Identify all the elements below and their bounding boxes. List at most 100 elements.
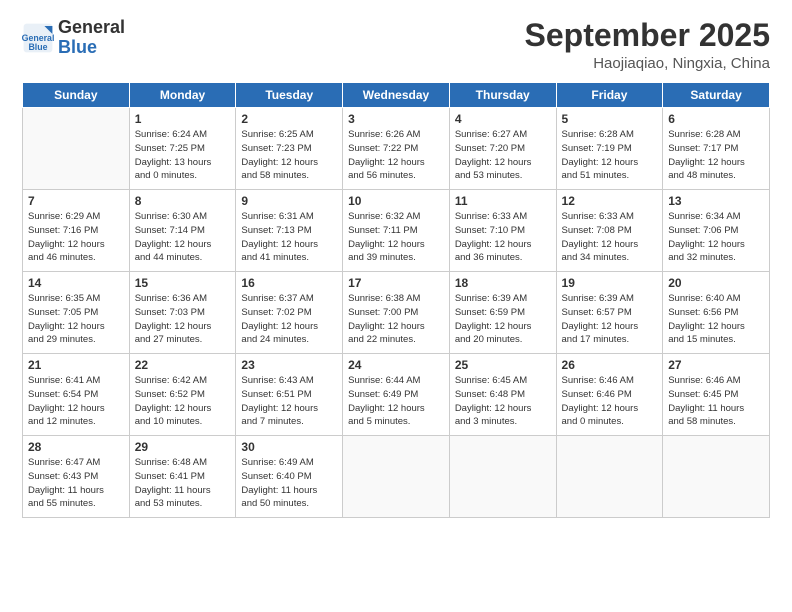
- table-cell: 15 Sunrise: 6:36 AM Sunset: 7:03 PM Dayli…: [129, 272, 236, 354]
- day-info: Sunrise: 6:44 AM Sunset: 6:49 PM Dayligh…: [348, 374, 444, 429]
- day-info: Sunrise: 6:33 AM Sunset: 7:10 PM Dayligh…: [455, 210, 551, 265]
- day-number: 12: [562, 194, 658, 208]
- table-cell: 27 Sunrise: 6:46 AM Sunset: 6:45 PM Dayli…: [663, 354, 770, 436]
- table-cell: [663, 436, 770, 518]
- table-cell: [449, 436, 556, 518]
- page: General Blue General Blue September 2025…: [0, 0, 792, 612]
- day-info: Sunrise: 6:48 AM Sunset: 6:41 PM Dayligh…: [135, 456, 231, 511]
- calendar-week-row: 28 Sunrise: 6:47 AM Sunset: 6:43 PM Dayli…: [23, 436, 770, 518]
- day-number: 18: [455, 276, 551, 290]
- table-cell: [556, 436, 663, 518]
- day-info: Sunrise: 6:39 AM Sunset: 6:59 PM Dayligh…: [455, 292, 551, 347]
- day-info: Sunrise: 6:26 AM Sunset: 7:22 PM Dayligh…: [348, 128, 444, 183]
- day-number: 15: [135, 276, 231, 290]
- table-cell: 9 Sunrise: 6:31 AM Sunset: 7:13 PM Daylig…: [236, 190, 343, 272]
- day-info: Sunrise: 6:29 AM Sunset: 7:16 PM Dayligh…: [28, 210, 124, 265]
- day-info: Sunrise: 6:46 AM Sunset: 6:46 PM Dayligh…: [562, 374, 658, 429]
- col-tuesday: Tuesday: [236, 83, 343, 108]
- col-friday: Friday: [556, 83, 663, 108]
- day-number: 26: [562, 358, 658, 372]
- day-info: Sunrise: 6:46 AM Sunset: 6:45 PM Dayligh…: [668, 374, 764, 429]
- day-info: Sunrise: 6:28 AM Sunset: 7:17 PM Dayligh…: [668, 128, 764, 183]
- table-cell: [23, 108, 130, 190]
- day-number: 20: [668, 276, 764, 290]
- table-cell: 7 Sunrise: 6:29 AM Sunset: 7:16 PM Daylig…: [23, 190, 130, 272]
- day-number: 19: [562, 276, 658, 290]
- location-subtitle: Haojiaqiao, Ningxia, China: [525, 55, 770, 72]
- title-block: September 2025 Haojiaqiao, Ningxia, Chin…: [525, 18, 770, 72]
- col-wednesday: Wednesday: [343, 83, 450, 108]
- day-info: Sunrise: 6:27 AM Sunset: 7:20 PM Dayligh…: [455, 128, 551, 183]
- table-cell: 22Sunrise: 6:42 AM Sunset: 6:52 PM Dayli…: [129, 354, 236, 436]
- day-number: 27: [668, 358, 764, 372]
- day-number: 9: [241, 194, 337, 208]
- calendar-header-row: Sunday Monday Tuesday Wednesday Thursday…: [23, 83, 770, 108]
- table-cell: 21 Sunrise: 6:41 AM Sunset: 6:54 PM Dayli…: [23, 354, 130, 436]
- day-info: Sunrise: 6:45 AM Sunset: 6:48 PM Dayligh…: [455, 374, 551, 429]
- table-cell: 18 Sunrise: 6:39 AM Sunset: 6:59 PM Dayli…: [449, 272, 556, 354]
- calendar-week-row: 21 Sunrise: 6:41 AM Sunset: 6:54 PM Dayli…: [23, 354, 770, 436]
- day-info: Sunrise: 6:37 AM Sunset: 7:02 PM Dayligh…: [241, 292, 337, 347]
- table-cell: 1Sunrise: 6:24 AM Sunset: 7:25 PM Daylig…: [129, 108, 236, 190]
- day-number: 13: [668, 194, 764, 208]
- day-info: Sunrise: 6:31 AM Sunset: 7:13 PM Dayligh…: [241, 210, 337, 265]
- day-number: 7: [28, 194, 124, 208]
- table-cell: 28 Sunrise: 6:47 AM Sunset: 6:43 PM Dayli…: [23, 436, 130, 518]
- logo-text: General Blue: [58, 18, 125, 58]
- day-number: 1: [135, 112, 231, 126]
- table-cell: 3Sunrise: 6:26 AM Sunset: 7:22 PM Daylig…: [343, 108, 450, 190]
- day-info: Sunrise: 6:38 AM Sunset: 7:00 PM Dayligh…: [348, 292, 444, 347]
- table-cell: 17Sunrise: 6:38 AM Sunset: 7:00 PM Dayli…: [343, 272, 450, 354]
- day-info: Sunrise: 6:35 AM Sunset: 7:05 PM Dayligh…: [28, 292, 124, 347]
- table-cell: 14 Sunrise: 6:35 AM Sunset: 7:05 PM Dayli…: [23, 272, 130, 354]
- day-info: Sunrise: 6:28 AM Sunset: 7:19 PM Dayligh…: [562, 128, 658, 183]
- day-info: Sunrise: 6:41 AM Sunset: 6:54 PM Dayligh…: [28, 374, 124, 429]
- table-cell: 16Sunrise: 6:37 AM Sunset: 7:02 PM Dayli…: [236, 272, 343, 354]
- day-info: Sunrise: 6:34 AM Sunset: 7:06 PM Dayligh…: [668, 210, 764, 265]
- svg-text:Blue: Blue: [28, 42, 47, 52]
- table-cell: 6 Sunrise: 6:28 AM Sunset: 7:17 PM Daylig…: [663, 108, 770, 190]
- day-info: Sunrise: 6:25 AM Sunset: 7:23 PM Dayligh…: [241, 128, 337, 183]
- month-title: September 2025: [525, 18, 770, 53]
- day-info: Sunrise: 6:43 AM Sunset: 6:51 PM Dayligh…: [241, 374, 337, 429]
- table-cell: 20 Sunrise: 6:40 AM Sunset: 6:56 PM Dayli…: [663, 272, 770, 354]
- day-info: Sunrise: 6:49 AM Sunset: 6:40 PM Dayligh…: [241, 456, 337, 511]
- col-saturday: Saturday: [663, 83, 770, 108]
- day-info: Sunrise: 6:33 AM Sunset: 7:08 PM Dayligh…: [562, 210, 658, 265]
- day-info: Sunrise: 6:47 AM Sunset: 6:43 PM Dayligh…: [28, 456, 124, 511]
- day-info: Sunrise: 6:39 AM Sunset: 6:57 PM Dayligh…: [562, 292, 658, 347]
- day-info: Sunrise: 6:40 AM Sunset: 6:56 PM Dayligh…: [668, 292, 764, 347]
- day-number: 6: [668, 112, 764, 126]
- table-cell: 25Sunrise: 6:45 AM Sunset: 6:48 PM Dayli…: [449, 354, 556, 436]
- table-cell: 29Sunrise: 6:48 AM Sunset: 6:41 PM Dayli…: [129, 436, 236, 518]
- day-number: 14: [28, 276, 124, 290]
- header: General Blue General Blue September 2025…: [22, 18, 770, 72]
- day-number: 28: [28, 440, 124, 454]
- day-number: 2: [241, 112, 337, 126]
- day-info: Sunrise: 6:42 AM Sunset: 6:52 PM Dayligh…: [135, 374, 231, 429]
- table-cell: 11 Sunrise: 6:33 AM Sunset: 7:10 PM Dayli…: [449, 190, 556, 272]
- logo-icon: General Blue: [22, 22, 54, 54]
- table-cell: 10Sunrise: 6:32 AM Sunset: 7:11 PM Dayli…: [343, 190, 450, 272]
- calendar-week-row: 14 Sunrise: 6:35 AM Sunset: 7:05 PM Dayli…: [23, 272, 770, 354]
- table-cell: 19 Sunrise: 6:39 AM Sunset: 6:57 PM Dayli…: [556, 272, 663, 354]
- calendar-week-row: 7 Sunrise: 6:29 AM Sunset: 7:16 PM Daylig…: [23, 190, 770, 272]
- table-cell: 8Sunrise: 6:30 AM Sunset: 7:14 PM Daylig…: [129, 190, 236, 272]
- day-number: 10: [348, 194, 444, 208]
- day-number: 4: [455, 112, 551, 126]
- col-thursday: Thursday: [449, 83, 556, 108]
- day-number: 21: [28, 358, 124, 372]
- col-monday: Monday: [129, 83, 236, 108]
- table-cell: 13 Sunrise: 6:34 AM Sunset: 7:06 PM Dayli…: [663, 190, 770, 272]
- day-info: Sunrise: 6:36 AM Sunset: 7:03 PM Dayligh…: [135, 292, 231, 347]
- table-cell: 26 Sunrise: 6:46 AM Sunset: 6:46 PM Dayli…: [556, 354, 663, 436]
- col-sunday: Sunday: [23, 83, 130, 108]
- table-cell: 24 Sunrise: 6:44 AM Sunset: 6:49 PM Dayli…: [343, 354, 450, 436]
- day-number: 23: [241, 358, 337, 372]
- day-number: 11: [455, 194, 551, 208]
- day-number: 8: [135, 194, 231, 208]
- table-cell: 5Sunrise: 6:28 AM Sunset: 7:19 PM Daylig…: [556, 108, 663, 190]
- table-cell: 2 Sunrise: 6:25 AM Sunset: 7:23 PM Daylig…: [236, 108, 343, 190]
- day-number: 24: [348, 358, 444, 372]
- table-cell: 4 Sunrise: 6:27 AM Sunset: 7:20 PM Daylig…: [449, 108, 556, 190]
